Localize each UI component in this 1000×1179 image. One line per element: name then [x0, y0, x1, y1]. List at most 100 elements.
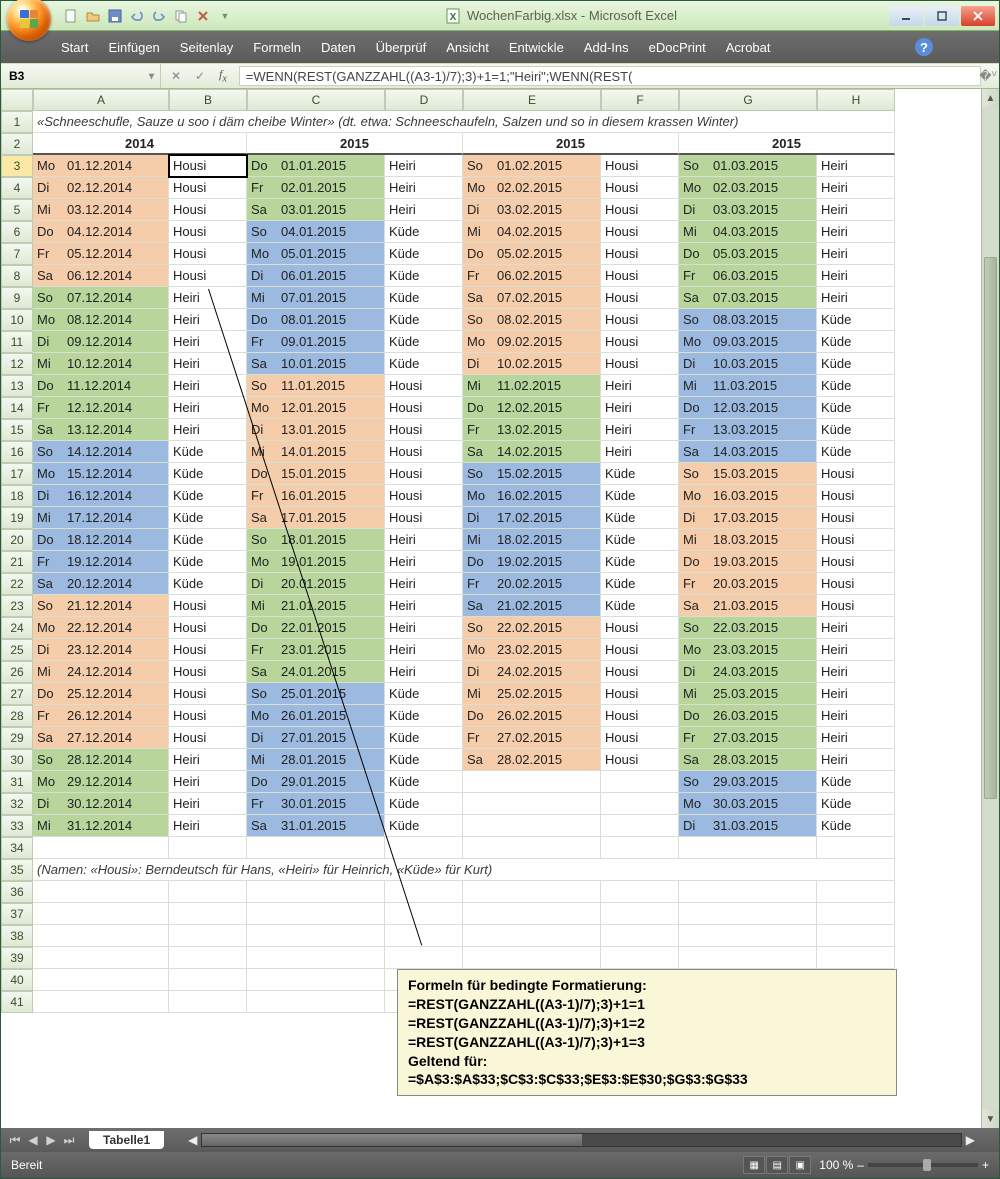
cell-F24[interactable]: Housi — [601, 617, 679, 639]
cell-D30[interactable]: Küde — [385, 749, 463, 771]
cell-E25[interactable]: Mo23.02.2015 — [463, 639, 601, 661]
cell-B28[interactable]: Housi — [169, 705, 247, 727]
cell-F25[interactable]: Housi — [601, 639, 679, 661]
cell-B15[interactable]: Heiri — [169, 419, 247, 441]
cell-D31[interactable]: Küde — [385, 771, 463, 793]
cell-H17[interactable]: Housi — [817, 463, 895, 485]
zoom-slider[interactable] — [868, 1163, 978, 1167]
ribbon-tab-formeln[interactable]: Formeln — [243, 31, 311, 63]
cell-D9[interactable]: Küde — [385, 287, 463, 309]
cell-E14[interactable]: Do12.02.2015 — [463, 397, 601, 419]
cell-G24[interactable]: So22.03.2015 — [679, 617, 817, 639]
scroll-up-icon[interactable]: ▲ — [982, 89, 999, 107]
cell-D29[interactable]: Küde — [385, 727, 463, 749]
cell-E11[interactable]: Mo09.02.2015 — [463, 331, 601, 353]
cell-A22[interactable]: Sa20.12.2014 — [33, 573, 169, 595]
cell-F38[interactable] — [601, 925, 679, 947]
vertical-scrollbar[interactable]: ▲ ▼ — [981, 89, 999, 1128]
cell-B8[interactable]: Housi — [169, 265, 247, 287]
cell-B34[interactable] — [169, 837, 247, 859]
ribbon-tab-daten[interactable]: Daten — [311, 31, 366, 63]
cell-G19[interactable]: Di17.03.2015 — [679, 507, 817, 529]
cell-G16[interactable]: Sa14.03.2015 — [679, 441, 817, 463]
cell-E7[interactable]: Do05.02.2015 — [463, 243, 601, 265]
cell-D24[interactable]: Heiri — [385, 617, 463, 639]
cell-G4[interactable]: Mo02.03.2015 — [679, 177, 817, 199]
cell-C18[interactable]: Fr16.01.2015 — [247, 485, 385, 507]
cell-C25[interactable]: Fr23.01.2015 — [247, 639, 385, 661]
cell-D27[interactable]: Küde — [385, 683, 463, 705]
cell-G31[interactable]: So29.03.2015 — [679, 771, 817, 793]
cell-D19[interactable]: Housi — [385, 507, 463, 529]
cell-B41[interactable] — [169, 991, 247, 1013]
row-header-18[interactable]: 18 — [1, 485, 33, 507]
cell-F7[interactable]: Housi — [601, 243, 679, 265]
ribbon-tab-einfügen[interactable]: Einfügen — [98, 31, 169, 63]
cell-F34[interactable] — [601, 837, 679, 859]
cell-A17[interactable]: Mo15.12.2014 — [33, 463, 169, 485]
expand-formula-icon[interactable]: �ⱽ — [981, 66, 995, 86]
cell-A4[interactable]: Di02.12.2014 — [33, 177, 169, 199]
cell-E37[interactable] — [463, 903, 601, 925]
cell-D20[interactable]: Heiri — [385, 529, 463, 551]
cell-D5[interactable]: Heiri — [385, 199, 463, 221]
office-button[interactable] — [7, 0, 51, 41]
cell-H5[interactable]: Heiri — [817, 199, 895, 221]
cell-H21[interactable]: Housi — [817, 551, 895, 573]
cell-G7[interactable]: Do05.03.2015 — [679, 243, 817, 265]
row-header-14[interactable]: 14 — [1, 397, 33, 419]
ribbon-tab-edocprint[interactable]: eDocPrint — [639, 31, 716, 63]
cell-C10[interactable]: Do08.01.2015 — [247, 309, 385, 331]
column-header-B[interactable]: B — [169, 89, 247, 111]
copy-icon[interactable] — [173, 8, 189, 24]
cell-E8[interactable]: Fr06.02.2015 — [463, 265, 601, 287]
cell-B37[interactable] — [169, 903, 247, 925]
cell-G18[interactable]: Mo16.03.2015 — [679, 485, 817, 507]
cell-C32[interactable]: Fr30.01.2015 — [247, 793, 385, 815]
cell-E3[interactable]: So01.02.2015 — [463, 155, 601, 177]
cell-F10[interactable]: Housi — [601, 309, 679, 331]
row-header-5[interactable]: 5 — [1, 199, 33, 221]
row-header-29[interactable]: 29 — [1, 727, 33, 749]
cell-B26[interactable]: Housi — [169, 661, 247, 683]
cell-B30[interactable]: Heiri — [169, 749, 247, 771]
cell-F4[interactable]: Housi — [601, 177, 679, 199]
cell-G34[interactable] — [679, 837, 817, 859]
cell-D28[interactable]: Küde — [385, 705, 463, 727]
cell-A14[interactable]: Fr12.12.2014 — [33, 397, 169, 419]
row-header-17[interactable]: 17 — [1, 463, 33, 485]
ribbon-tab-start[interactable]: Start — [51, 31, 98, 63]
cell-F16[interactable]: Heiri — [601, 441, 679, 463]
row-header-16[interactable]: 16 — [1, 441, 33, 463]
cell-H29[interactable]: Heiri — [817, 727, 895, 749]
cell-A18[interactable]: Di16.12.2014 — [33, 485, 169, 507]
cell-C3[interactable]: Do01.01.2015 — [247, 155, 385, 177]
cell-E15[interactable]: Fr13.02.2015 — [463, 419, 601, 441]
cell-G39[interactable] — [679, 947, 817, 969]
cell-F23[interactable]: Küde — [601, 595, 679, 617]
cell-F22[interactable]: Küde — [601, 573, 679, 595]
cell-D17[interactable]: Housi — [385, 463, 463, 485]
cell-G29[interactable]: Fr27.03.2015 — [679, 727, 817, 749]
year-hdr-2[interactable]: 2015 — [463, 133, 679, 155]
zoom-level[interactable]: 100 % — [819, 1158, 853, 1172]
sheet-tab[interactable]: Tabelle1 — [89, 1131, 164, 1149]
column-header-E[interactable]: E — [463, 89, 601, 111]
row-header-3[interactable]: 3 — [1, 155, 33, 177]
cell-C5[interactable]: Sa03.01.2015 — [247, 199, 385, 221]
ribbon-tab-entwickle[interactable]: Entwickle — [499, 31, 574, 63]
cell-F13[interactable]: Heiri — [601, 375, 679, 397]
cell-B6[interactable]: Housi — [169, 221, 247, 243]
cell-F14[interactable]: Heiri — [601, 397, 679, 419]
cell-C6[interactable]: So04.01.2015 — [247, 221, 385, 243]
column-header-D[interactable]: D — [385, 89, 463, 111]
cancel-formula-icon[interactable]: ✕ — [165, 66, 187, 86]
cell-F36[interactable] — [601, 881, 679, 903]
cell-A37[interactable] — [33, 903, 169, 925]
cell-C41[interactable] — [247, 991, 385, 1013]
cell-H22[interactable]: Housi — [817, 573, 895, 595]
cell-H38[interactable] — [817, 925, 895, 947]
row-header-40[interactable]: 40 — [1, 969, 33, 991]
cell-B22[interactable]: Küde — [169, 573, 247, 595]
ribbon-tab-überprüf[interactable]: Überprüf — [366, 31, 437, 63]
